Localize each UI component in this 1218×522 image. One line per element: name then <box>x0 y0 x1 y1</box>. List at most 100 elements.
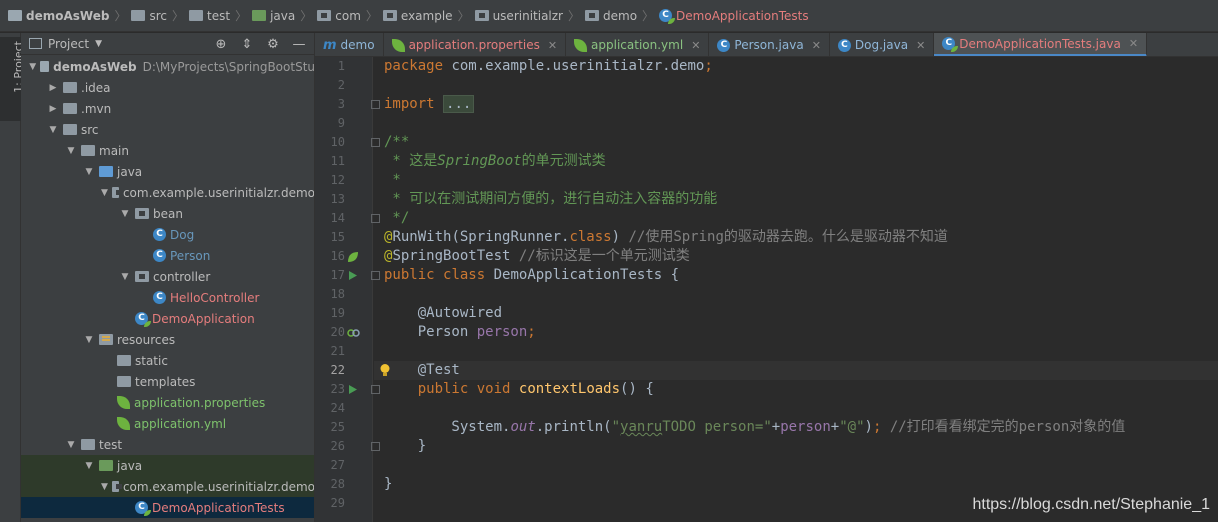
tab-application-yml[interactable]: application.yml ✕ <box>566 33 710 56</box>
locate-icon[interactable]: ⊕ <box>214 37 228 52</box>
class-icon: C <box>717 38 731 52</box>
chevron-down-icon[interactable]: ▼ <box>119 272 131 282</box>
tab-person-java[interactable]: C Person.java ✕ <box>709 33 830 56</box>
close-icon[interactable]: ✕ <box>916 39 925 52</box>
close-icon[interactable]: ✕ <box>1129 37 1138 50</box>
chevron-down-icon[interactable]: ▼ <box>83 461 95 471</box>
editor-tab-bar: m demo application.properties ✕ application.… <box>315 33 1218 57</box>
chevron-down-icon[interactable]: ▼ <box>65 146 77 156</box>
hide-icon[interactable]: — <box>292 37 306 52</box>
tree-row[interactable]: C DemoApplication <box>21 308 314 329</box>
tab-label: demo <box>340 38 375 52</box>
folder-icon <box>81 145 95 156</box>
collapse-all-icon[interactable]: ⇕ <box>240 37 254 52</box>
breadcrumb-item[interactable]: test <box>189 0 230 31</box>
tree-row[interactable]: C Person <box>21 245 314 266</box>
tree-label: application.yml <box>134 416 227 431</box>
tab-dog-java[interactable]: C Dog.java ✕ <box>830 33 935 56</box>
line-number: 16 <box>330 249 345 263</box>
breadcrumb-item[interactable]: java <box>252 0 295 31</box>
tree-row[interactable]: C Dog <box>21 224 314 245</box>
tree-row[interactable]: ▼ com.example.userinitialzr.demo <box>21 476 314 497</box>
breadcrumb-label: DemoApplicationTests <box>676 8 809 23</box>
tree-row[interactable]: application.properties <box>21 392 314 413</box>
package-icon <box>111 481 122 492</box>
project-view-selector[interactable]: Project <box>48 37 89 51</box>
package-icon <box>135 271 149 282</box>
tab-application-properties[interactable]: application.properties ✕ <box>384 33 567 56</box>
chevron-down-icon[interactable]: ▼ <box>101 482 108 492</box>
chevron-down-icon[interactable]: ▼ <box>65 440 77 450</box>
tree-row[interactable]: static <box>21 350 314 371</box>
line-number: 15 <box>330 230 345 244</box>
tree-row[interactable]: C DemoApplicationTests <box>21 497 314 518</box>
source-folder-icon <box>99 166 113 177</box>
tree-label: .idea <box>81 80 111 95</box>
code-line: } <box>384 476 393 492</box>
code-line: } <box>384 438 427 454</box>
run-gutter-icon[interactable] <box>345 380 361 399</box>
line-number: 26 <box>330 439 345 453</box>
tree-row[interactable]: ▶ .idea <box>21 77 314 98</box>
tab-demo[interactable]: m demo <box>315 33 384 56</box>
close-icon[interactable]: ✕ <box>548 39 557 52</box>
tree-row[interactable]: ▶ .mvn <box>21 98 314 119</box>
tree-label: bean <box>153 206 183 221</box>
chevron-right-icon[interactable]: ▶ <box>47 104 59 114</box>
folder-icon <box>63 124 77 135</box>
spring-bean-icon <box>345 247 361 266</box>
breadcrumb-item[interactable]: com <box>317 0 361 31</box>
breadcrumb-item[interactable]: demo <box>585 0 637 31</box>
tree-row[interactable]: ▼ bean <box>21 203 314 224</box>
line-number: 2 <box>337 78 345 92</box>
code-line: @RunWith(SpringRunner.class) //使用Spring的… <box>384 229 948 245</box>
tree-row[interactable]: ▼ java <box>21 161 314 182</box>
chevron-down-icon[interactable]: ▼ <box>101 188 108 198</box>
tree-row[interactable]: ▼ demoAsWeb D:\MyProjects\SpringBootStu <box>21 56 314 77</box>
class-icon: C <box>837 38 851 52</box>
breadcrumb-item[interactable]: demoAsWeb <box>8 0 109 31</box>
run-gutter-icon[interactable] <box>345 266 361 285</box>
chevron-down-icon[interactable]: ▼ <box>95 39 102 49</box>
package-icon <box>585 10 599 21</box>
tab-label: application.properties <box>408 38 540 52</box>
code-editor[interactable]: package com.example.userinitialzr.demo; i… <box>374 57 1218 522</box>
resources-folder-icon <box>99 334 113 345</box>
chevron-down-icon[interactable]: ▼ <box>47 125 59 135</box>
breadcrumb-label: example <box>400 8 453 23</box>
tree-row[interactable]: ▼ main <box>21 140 314 161</box>
chevron-right-icon[interactable]: ▶ <box>47 83 59 93</box>
tree-label: com.example.userinitialzr.demo <box>122 185 315 200</box>
code-line: * 这是SpringBoot的单元测试类 <box>384 153 606 169</box>
tree-row[interactable]: ▼ java <box>21 455 314 476</box>
chevron-down-icon[interactable]: ▼ <box>83 335 95 345</box>
tree-row[interactable]: ▼ controller <box>21 266 314 287</box>
breadcrumb-item[interactable]: userinitialzr <box>474 0 563 31</box>
project-tool-button[interactable]: 1: Project <box>0 37 25 121</box>
chevron-right-icon: 〉 <box>457 9 470 23</box>
tree-row[interactable]: ▼ src <box>21 119 314 140</box>
chevron-down-icon[interactable]: ▼ <box>83 167 95 177</box>
tree-row[interactable]: ▼ test <box>21 434 314 455</box>
folder-icon <box>81 439 95 450</box>
chevron-down-icon[interactable]: ▼ <box>29 62 36 72</box>
code-line: */ <box>384 210 410 226</box>
close-icon[interactable]: ✕ <box>812 39 821 52</box>
close-icon[interactable]: ✕ <box>691 39 700 52</box>
spring-class-icon: C <box>135 501 151 516</box>
tab-demoapplicationtests-java[interactable]: C DemoApplicationTests.java ✕ <box>934 33 1148 56</box>
tree-row[interactable]: C HelloController <box>21 287 314 308</box>
folder-icon <box>63 82 77 93</box>
breadcrumb-item[interactable]: src <box>131 0 167 31</box>
breadcrumb-item[interactable]: C DemoApplicationTests <box>659 0 809 31</box>
code-line: * <box>384 172 401 188</box>
project-view-icon <box>29 38 42 49</box>
chevron-down-icon[interactable]: ▼ <box>119 209 131 219</box>
tree-row[interactable]: ▼ com.example.userinitialzr.demo <box>21 182 315 203</box>
tree-row[interactable]: ▼ resources <box>21 329 314 350</box>
gear-icon[interactable]: ⚙ <box>266 37 280 52</box>
tree-row[interactable]: application.yml <box>21 413 314 434</box>
test-folder-icon <box>99 460 113 471</box>
breadcrumb-item[interactable]: example <box>382 0 453 31</box>
tree-row[interactable]: templates <box>21 371 314 392</box>
